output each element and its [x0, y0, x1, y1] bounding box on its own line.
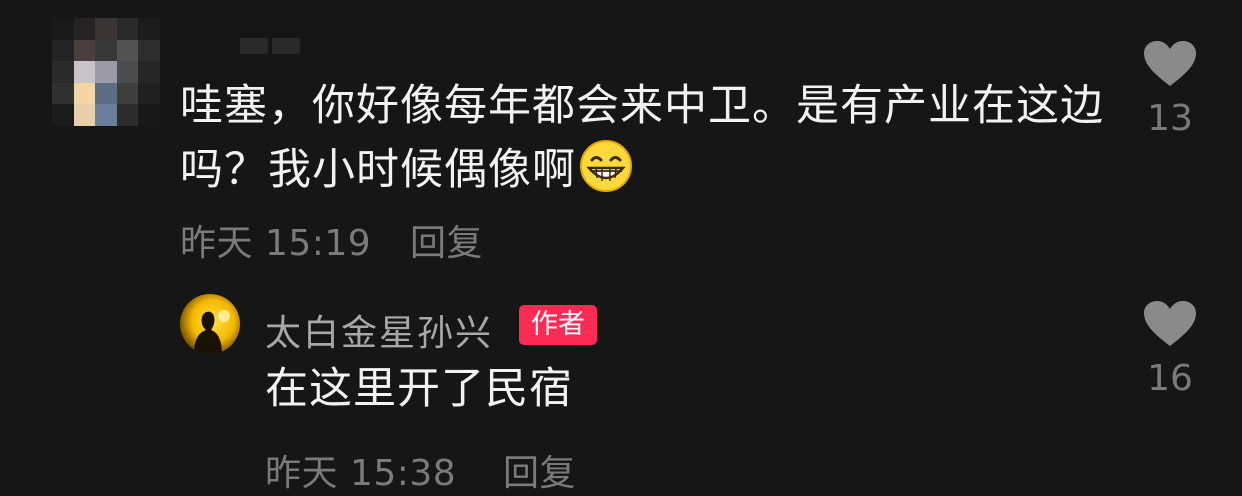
- like-count: 13: [1147, 98, 1193, 139]
- reply-time: 15:38: [349, 453, 457, 494]
- reply-date: 昨天: [265, 453, 339, 494]
- comment-body: 哇塞，你好像每年都会来中卫。是有产业在这边吗？我小时候偶像啊: [180, 74, 1120, 202]
- author-avatar[interactable]: [180, 294, 240, 354]
- heart-icon: [1144, 301, 1196, 346]
- reply-button[interactable]: 回复: [410, 214, 483, 266]
- author-username[interactable]: 太白金星孙兴: [265, 304, 493, 356]
- reply-timestamp: 昨天 15:38: [265, 444, 456, 496]
- comment-text: 哇塞，你好像每年都会来中卫。是有产业在这边吗？我小时候偶像啊: [180, 81, 1104, 195]
- avatar[interactable]: [52, 18, 160, 126]
- author-avatar-image: [194, 310, 230, 354]
- grinning-face-emoji-icon: [580, 140, 632, 192]
- comment-timestamp: 昨天 15:19: [180, 214, 371, 266]
- author-badge: 作者: [519, 305, 597, 345]
- reply-like-button[interactable]: 16: [1140, 300, 1200, 399]
- like-button[interactable]: 13: [1140, 40, 1200, 139]
- comment-time: 15:19: [264, 223, 372, 264]
- comment-date: 昨天: [180, 223, 254, 264]
- reply-like-count: 16: [1147, 358, 1193, 399]
- heart-icon: [1144, 41, 1196, 86]
- blurred-username: [240, 38, 300, 54]
- reply-body: 在这里开了民宿: [265, 364, 573, 414]
- reply-to-reply-button[interactable]: 回复: [503, 444, 576, 496]
